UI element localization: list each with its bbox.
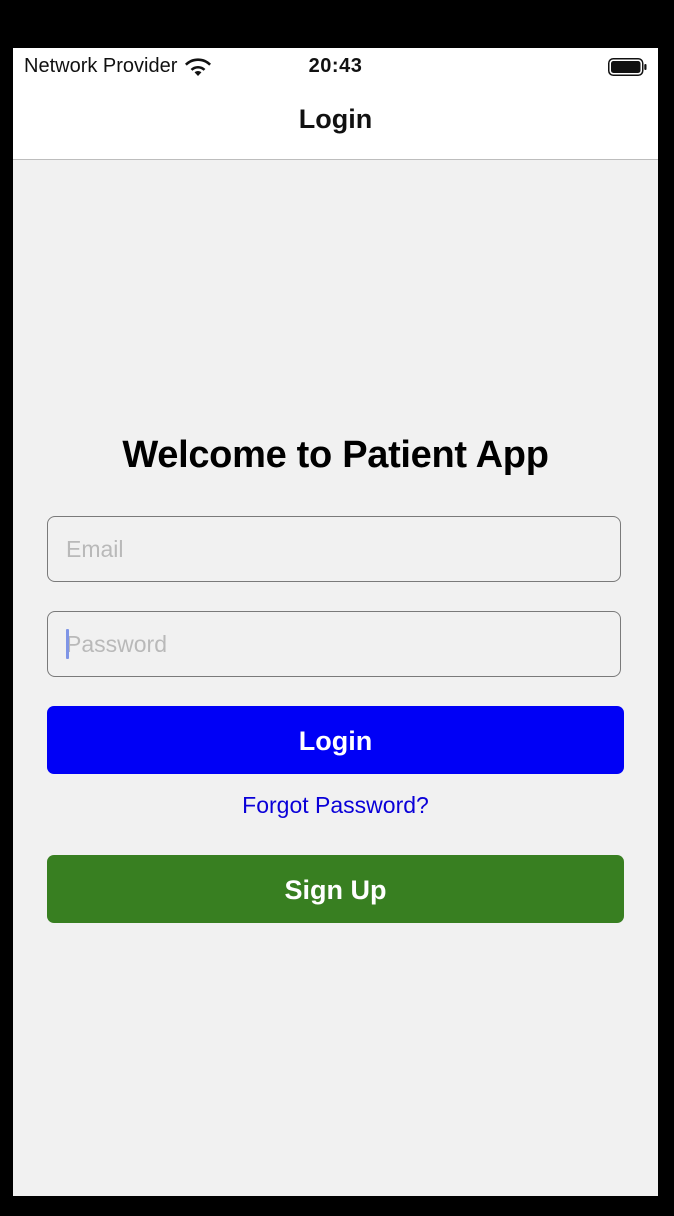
battery-icon: [608, 58, 647, 76]
app-screen: Network Provider 20:43 Login Welcome to …: [13, 48, 658, 1196]
login-button[interactable]: Login: [47, 706, 624, 774]
forgot-password-link[interactable]: Forgot Password?: [13, 792, 658, 819]
text-cursor: [66, 629, 69, 659]
signup-button[interactable]: Sign Up: [47, 855, 624, 923]
status-bar: Network Provider 20:43: [13, 48, 658, 86]
email-field[interactable]: [47, 516, 621, 582]
password-field[interactable]: [47, 611, 621, 677]
status-time: 20:43: [308, 55, 363, 77]
navigation-bar: Login: [13, 86, 658, 160]
welcome-heading: Welcome to Patient App: [122, 434, 549, 476]
nav-title: Login: [298, 104, 373, 134]
